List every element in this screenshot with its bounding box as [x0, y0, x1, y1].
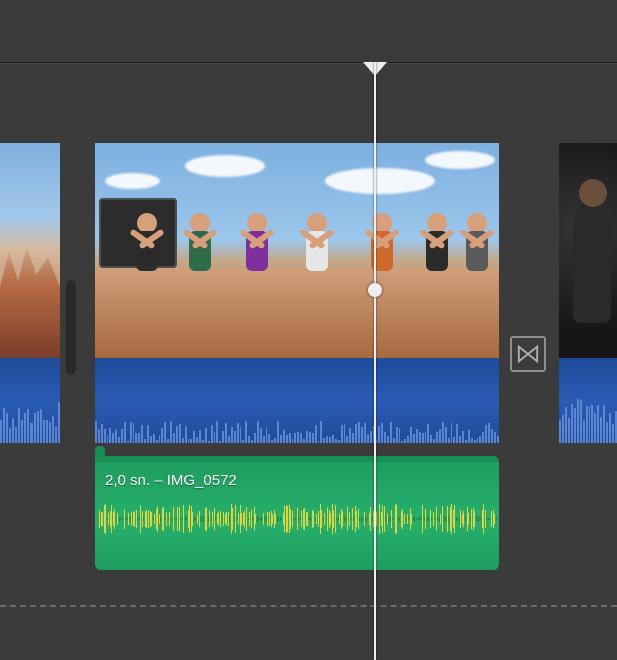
video-waveform [559, 398, 617, 443]
video-clip-left[interactable] [0, 143, 60, 443]
clip-edge-handle[interactable] [66, 280, 76, 375]
timeline-top-divider [0, 62, 617, 63]
detached-audio-clip[interactable]: 2,0 sn. – IMG_0572 [95, 456, 499, 570]
video-track-bar [95, 358, 499, 443]
clip-thumbnail [559, 143, 617, 358]
video-track-bar [0, 358, 60, 443]
clip-thumbnail [95, 143, 499, 358]
bowtie-icon [517, 343, 539, 365]
video-waveform [0, 398, 60, 443]
video-clip-center[interactable] [95, 143, 499, 443]
video-waveform [95, 398, 499, 443]
timeline-guideline [0, 605, 617, 607]
transition-crossfade-icon[interactable] [510, 336, 546, 372]
video-clip-right[interactable] [559, 143, 617, 443]
audio-clip-handle[interactable] [95, 446, 105, 462]
video-track-bar [559, 358, 617, 443]
clip-thumbnail [0, 143, 60, 358]
timeline[interactable]: 2,0 sn. – IMG_0572 [0, 70, 617, 610]
audio-clip-label: 2,0 sn. – IMG_0572 [105, 472, 237, 489]
audio-waveform [99, 504, 495, 534]
